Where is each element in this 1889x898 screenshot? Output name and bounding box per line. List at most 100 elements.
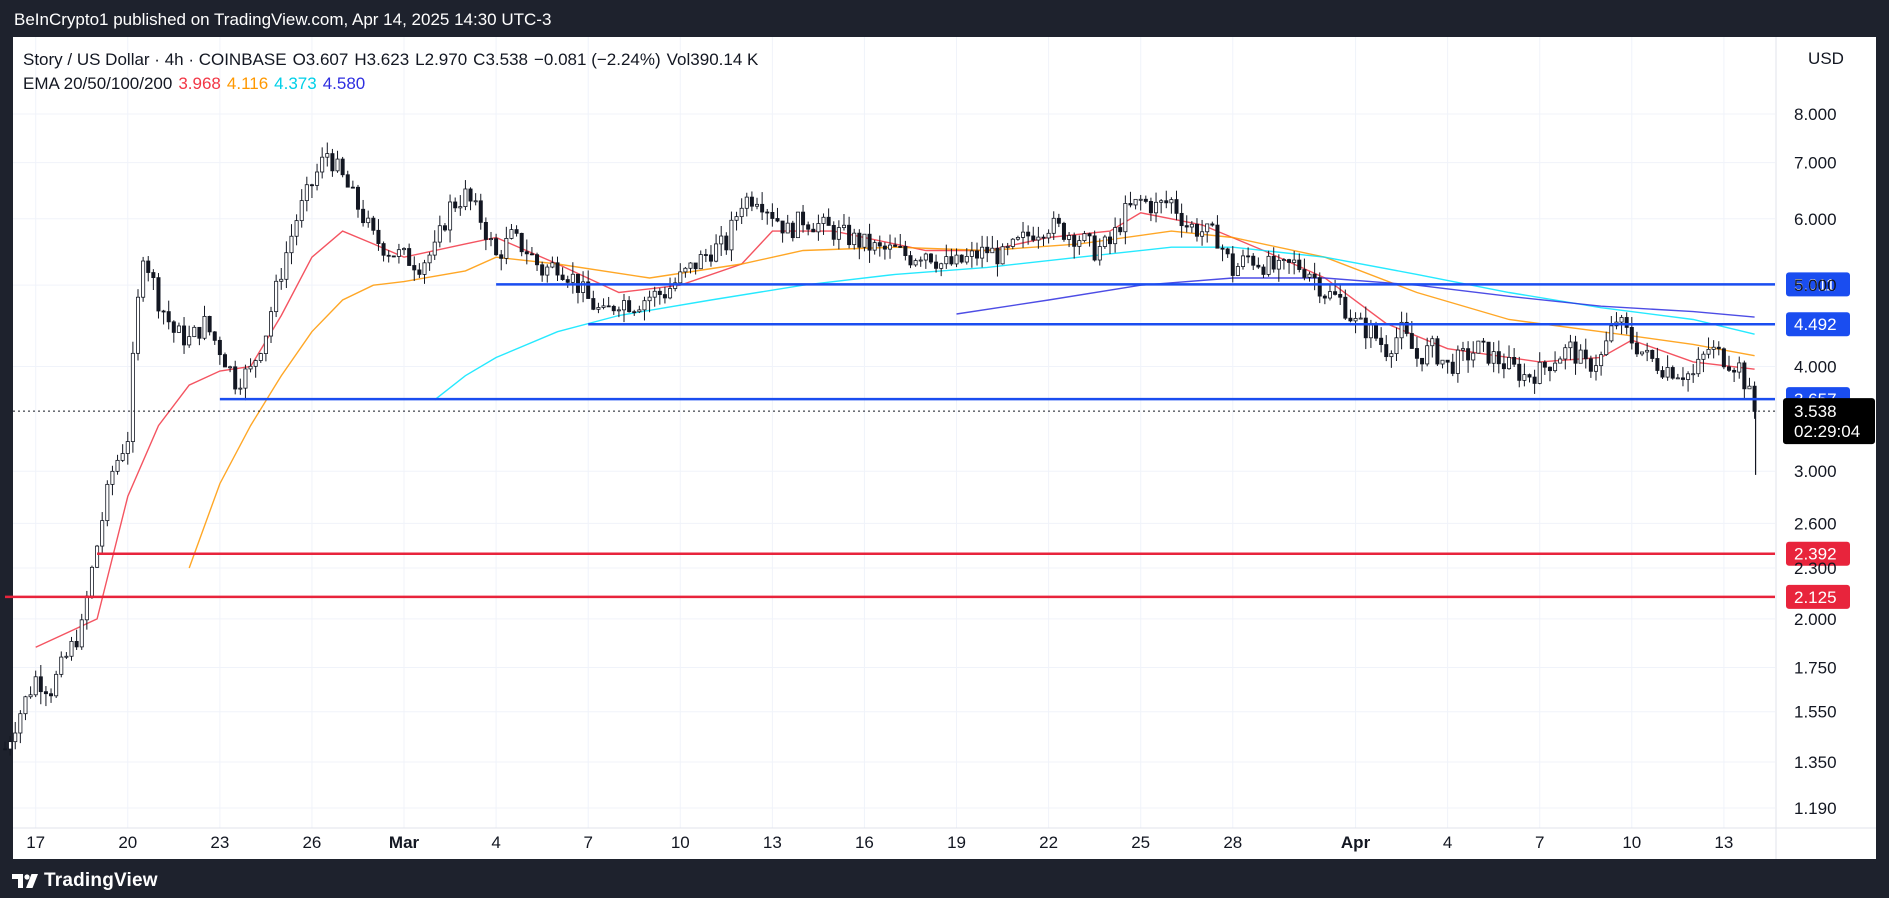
candle-body [959,254,964,263]
candle-body [309,184,314,187]
candle-body [1021,231,1026,238]
candle-body [1532,376,1537,384]
candle-body [1512,356,1517,365]
candle-body [1527,374,1532,378]
x-tick-label: 13 [1714,833,1733,852]
candle-body [1138,198,1143,201]
candle-body [23,696,28,715]
candle-body [350,186,355,189]
candle-body [1655,358,1660,371]
currency-selector[interactable]: USD [1786,44,1866,74]
candle-body [453,201,458,209]
ema200-value: 4.580 [322,74,366,93]
x-tick-label: 19 [947,833,966,852]
countdown-label: 02:29:04 [1794,422,1860,441]
candle-body [657,290,662,295]
candle-body [1102,236,1107,247]
candle-body [821,216,826,224]
candle-body [238,387,243,390]
candle-body [1133,198,1138,206]
candle-body [330,153,335,172]
candle-body [1460,348,1465,351]
candle-body [1732,369,1737,373]
y-tick-label: 1.190 [1794,799,1837,818]
candle-body [95,545,100,568]
candle-body [1665,367,1670,378]
candle-body [1056,217,1061,224]
candle-body [28,694,33,698]
candle-body [1348,317,1353,322]
candle-body [934,261,939,269]
candle-body [1317,277,1322,297]
candle-body [913,260,918,266]
candle-body [1189,223,1194,228]
x-tick-label: 7 [583,833,592,852]
candle-body [1164,200,1169,204]
candle-body [1507,356,1512,370]
ema-line-ema20 [35,212,1755,648]
candle-body [1061,222,1066,240]
symbol-label[interactable]: Story / US Dollar · 4h · COINBASE [23,48,287,72]
price-chart[interactable]: 5.0114.4923.6572.3922.1253.53802:29:048.… [0,0,1889,898]
x-tick-label: 7 [1535,833,1544,852]
candle-body [1338,294,1343,298]
candle-body [1200,231,1205,237]
candle-body [1716,346,1721,350]
candle-body [1302,269,1307,278]
ema-label[interactable]: EMA 20/50/100/200 [23,72,172,96]
x-tick-label: 17 [26,833,45,852]
x-tick-label: 16 [855,833,874,852]
candle-body [1261,266,1266,275]
candle-body [376,229,381,244]
candle-body [1174,199,1179,214]
candle-body [524,251,529,255]
candle-body [811,228,816,233]
candle-body [468,188,473,202]
candle-body [601,305,606,308]
candle-body [714,243,719,262]
candle-body [1281,259,1286,261]
candle-body [964,256,969,263]
candle-body [816,223,821,233]
candle-body [1486,341,1491,364]
candle-body [903,246,908,256]
candle-body [299,200,304,222]
candle-body [1680,377,1685,380]
y-tick-label: 1.550 [1794,703,1837,722]
candle-body [1148,201,1153,214]
candle-body [43,691,48,695]
candle-body [176,325,181,333]
candle-body [678,271,683,284]
tradingview-logo[interactable]: TradingView [12,870,158,892]
candle-body [606,305,611,308]
candle-body [1542,361,1547,368]
x-tick-label: 4 [491,833,500,852]
candle-body [1205,223,1210,233]
candle-body [540,264,545,276]
x-tick-label: 22 [1039,833,1058,852]
candle-body [1420,357,1425,365]
candle-body [1394,337,1399,355]
candle-body [442,225,447,231]
candle-body [565,279,570,283]
candle-body [146,260,151,273]
candle-body [882,245,887,250]
low-value: L2.970 [415,50,468,69]
candle-body [284,252,289,280]
candle-body [637,309,642,313]
candle-body [862,233,867,248]
tradingview-brand: TradingView [44,870,158,891]
candle-body [274,280,279,313]
candle-body [1414,348,1419,359]
candle-body [708,254,713,262]
candle-body [427,254,432,264]
candle-body [407,248,412,266]
ema50-value: 4.116 [226,74,269,93]
candle-body [969,250,974,257]
candle-body [1113,227,1118,245]
candle-body [719,235,724,245]
level-badge-label: 4.492 [1794,315,1837,334]
candle-body [345,174,350,188]
candle-body [974,250,979,259]
candle-body [1220,247,1225,250]
